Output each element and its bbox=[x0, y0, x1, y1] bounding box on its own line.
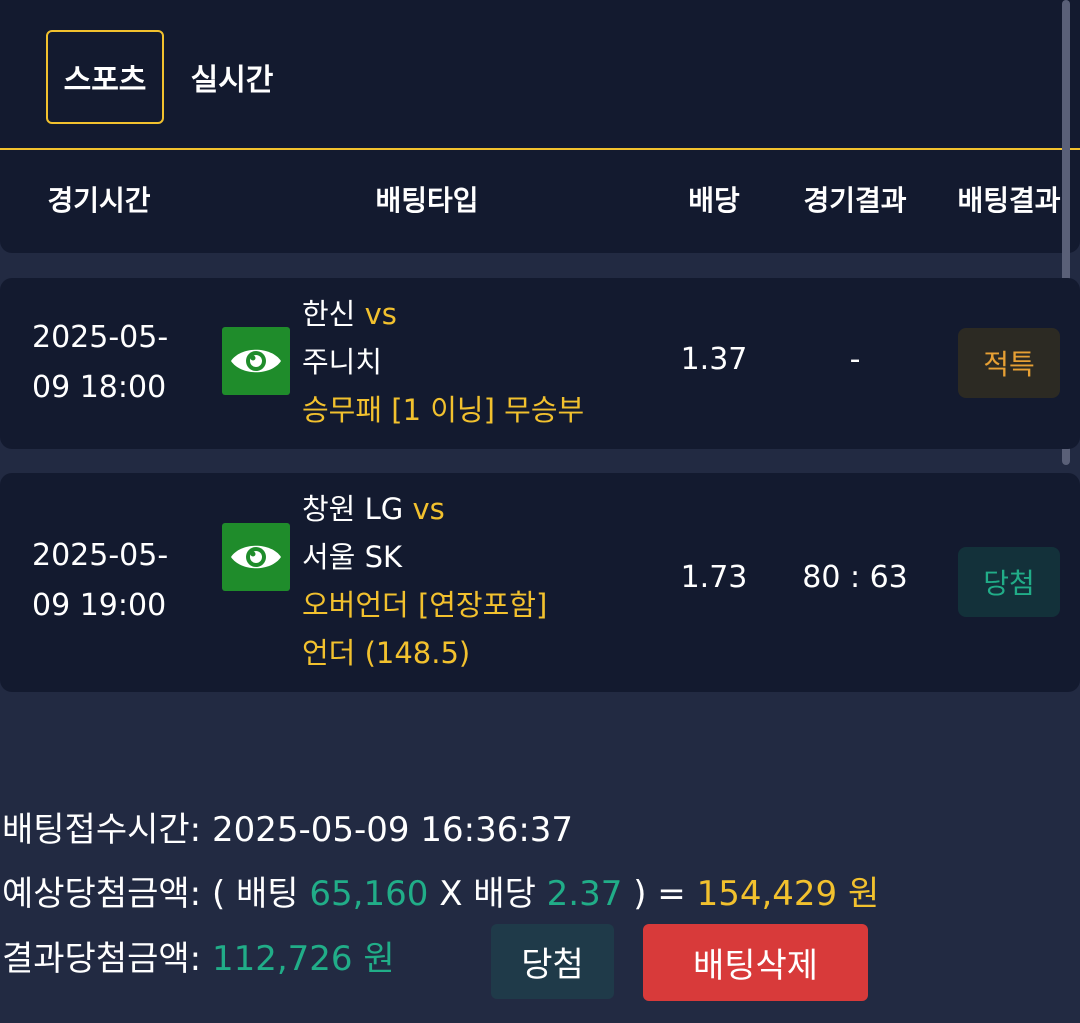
odds-value: 1.37 bbox=[680, 342, 748, 377]
bet-label: 배팅 bbox=[236, 874, 299, 914]
bet-row: 2025-05- 09 18:00 한신 vs 주니치 승무패 [1 이닝] 무… bbox=[0, 278, 1080, 449]
match-info: 한신 vs 주니치 승무패 [1 이닝] 무승부 bbox=[302, 290, 584, 434]
win-button[interactable]: 당첨 bbox=[491, 924, 614, 999]
team-line-home: 한신 vs bbox=[302, 290, 584, 338]
home-team: 한신 bbox=[302, 297, 356, 331]
open-paren: ( bbox=[211, 874, 226, 914]
column-header-bet-result: 배팅결과 bbox=[957, 184, 1061, 217]
result-label: 결과당첨금액: bbox=[2, 939, 202, 979]
bet-amount: 65,160 bbox=[309, 874, 429, 914]
match-clock: 09 19:00 bbox=[32, 588, 167, 623]
column-header-bet-type: 배팅타입 bbox=[375, 184, 479, 217]
market-label: 승무패 [1 이닝] 무승부 bbox=[302, 393, 585, 427]
header-panel: 스포츠 실시간 경기시간 배팅타입 배당 경기결과 배팅결과 bbox=[0, 0, 1080, 253]
column-header-game-result: 경기결과 bbox=[803, 184, 907, 217]
header-divider bbox=[0, 148, 1080, 150]
received-label: 배팅접수시간: bbox=[2, 810, 202, 850]
match-date: 2025-05- bbox=[32, 320, 169, 355]
game-score: 80 : 63 bbox=[802, 560, 908, 595]
times-sign: X bbox=[439, 874, 463, 914]
column-header-odds: 배당 bbox=[688, 184, 740, 217]
view-match-button[interactable] bbox=[222, 523, 290, 591]
status-badge: 적특 bbox=[958, 328, 1060, 398]
total-odds: 2.37 bbox=[546, 874, 623, 914]
result-amount: 112,726 원 bbox=[211, 939, 395, 979]
tab-sports[interactable]: 스포츠 bbox=[46, 30, 164, 124]
away-team: 주니치 bbox=[302, 345, 383, 379]
team-line-home: 창원 LG vs bbox=[302, 485, 547, 533]
match-clock: 09 18:00 bbox=[32, 370, 167, 405]
match-date: 2025-05- bbox=[32, 538, 169, 573]
eye-icon bbox=[231, 349, 281, 373]
bet-received-time: 배팅접수시간: 2025-05-09 16:36:37 bbox=[2, 806, 573, 854]
view-match-button[interactable] bbox=[222, 327, 290, 395]
vs-label: vs bbox=[364, 297, 397, 331]
away-team: 서울 SK bbox=[302, 540, 403, 574]
market-selection: 언더 (148.5) bbox=[302, 636, 471, 670]
odds-value: 1.73 bbox=[680, 560, 748, 595]
market-label: 오버언더 [연장포함] bbox=[302, 588, 548, 622]
match-time: 2025-05- 09 18:00 bbox=[32, 313, 182, 413]
status-badge: 당첨 bbox=[958, 547, 1060, 617]
bet-row: 2025-05- 09 19:00 창원 LG vs 서울 SK 오버언더 [연… bbox=[0, 473, 1080, 692]
home-team: 창원 LG bbox=[302, 492, 404, 526]
delete-bet-button[interactable]: 배팅삭제 bbox=[643, 924, 868, 1001]
match-info: 창원 LG vs 서울 SK 오버언더 [연장포함] 언더 (148.5) bbox=[302, 485, 547, 677]
result-payout: 결과당첨금액: 112,726 원 bbox=[2, 935, 395, 983]
game-score: - bbox=[849, 342, 861, 377]
expected-amount: 154,429 원 bbox=[696, 874, 880, 914]
received-value: 2025-05-09 16:36:37 bbox=[211, 810, 574, 850]
expected-payout: 예상당첨금액: ( 배팅 65,160 X 배당 2.37 ) = 154,42… bbox=[2, 870, 879, 918]
tab-live[interactable]: 실시간 bbox=[176, 30, 288, 124]
odds-label: 배당 bbox=[473, 874, 536, 914]
vs-label: vs bbox=[412, 492, 445, 526]
column-header-time: 경기시간 bbox=[47, 184, 151, 217]
eye-icon bbox=[231, 545, 281, 569]
close-paren-equals: ) = bbox=[633, 874, 686, 914]
expected-label: 예상당첨금액: bbox=[2, 874, 202, 914]
match-time: 2025-05- 09 19:00 bbox=[32, 531, 182, 631]
